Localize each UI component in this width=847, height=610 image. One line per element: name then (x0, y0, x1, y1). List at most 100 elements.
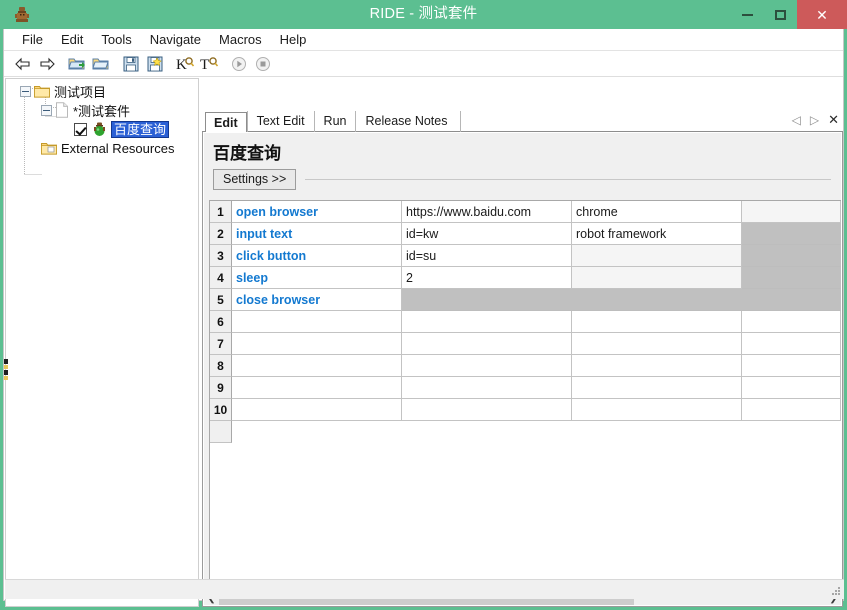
sidebar-splitter-grip[interactable] (4, 359, 8, 381)
run-icon[interactable] (228, 53, 250, 75)
maximize-button[interactable] (764, 0, 797, 29)
cell-keyword[interactable]: open browser (232, 201, 402, 223)
tree-node-project[interactable]: 测试项目 (20, 82, 106, 100)
menu-help[interactable]: Help (271, 30, 316, 50)
stop-icon[interactable] (252, 53, 274, 75)
table-row[interactable]: 7 (210, 333, 841, 355)
table-row[interactable]: 1 open browser https://www.baidu.com chr… (210, 201, 841, 223)
back-arrow-icon[interactable] (12, 53, 34, 75)
cell-arg2[interactable] (572, 267, 742, 289)
cell-arg1[interactable]: 2 (402, 267, 572, 289)
tab-navigation: ◁ ▷ ✕ (792, 112, 839, 128)
expander-minus-icon-2[interactable] (41, 104, 52, 116)
cell-arg3[interactable] (742, 377, 841, 399)
cell-arg1[interactable]: https://www.baidu.com (402, 201, 572, 223)
minimize-button[interactable] (731, 0, 764, 29)
cell-arg3 (742, 267, 841, 289)
cell-arg1[interactable] (402, 377, 572, 399)
cell-keyword[interactable]: click button (232, 245, 402, 267)
tab-close-icon[interactable]: ✕ (828, 112, 839, 128)
project-tree-panel[interactable]: 测试项目 *测试套件 百度查询 External Resources (5, 78, 199, 607)
window-client-area: File Edit Tools Navigate Macros Help K T… (3, 29, 844, 607)
cell-keyword[interactable] (232, 377, 402, 399)
menu-tools[interactable]: Tools (92, 30, 140, 50)
table-row[interactable]: 8 (210, 355, 841, 377)
tab-next-icon[interactable]: ▷ (810, 113, 819, 127)
table-row[interactable]: 10 (210, 399, 841, 421)
tree-node-suite[interactable]: *测试套件 (41, 101, 130, 119)
open-directory-icon[interactable] (66, 53, 88, 75)
cell-arg3[interactable] (742, 355, 841, 377)
cell-keyword[interactable] (232, 311, 402, 333)
table-row[interactable]: 9 (210, 377, 841, 399)
cell-arg3[interactable] (742, 201, 841, 223)
row-number: 9 (210, 377, 232, 399)
cell-arg1[interactable] (402, 311, 572, 333)
cell-arg2[interactable] (572, 311, 742, 333)
cell-keyword[interactable] (232, 355, 402, 377)
cell-arg1[interactable]: id=su (402, 245, 572, 267)
row-number: 1 (210, 201, 232, 223)
forward-arrow-icon[interactable] (36, 53, 58, 75)
cell-arg1[interactable] (402, 399, 572, 421)
cell-arg3[interactable] (742, 333, 841, 355)
menu-navigate[interactable]: Navigate (141, 30, 210, 50)
cell-arg1 (402, 289, 572, 311)
menu-file[interactable]: File (13, 30, 52, 50)
cell-arg2[interactable] (572, 245, 742, 267)
table-row[interactable]: 2 input text id=kw robot framework (210, 223, 841, 245)
table-row[interactable]: 5 close browser (210, 289, 841, 311)
menu-macros[interactable]: Macros (210, 30, 271, 50)
open-folder-icon[interactable] (90, 53, 112, 75)
cell-arg2[interactable]: chrome (572, 201, 742, 223)
test-steps-grid[interactable]: 1 open browser https://www.baidu.com chr… (209, 200, 841, 590)
row-number-filler (210, 421, 232, 443)
cell-keyword[interactable] (232, 333, 402, 355)
tab-run[interactable]: Run (313, 111, 356, 132)
table-row[interactable]: 4 sleep 2 (210, 267, 841, 289)
cell-arg2[interactable] (572, 399, 742, 421)
cell-keyword[interactable]: input text (232, 223, 402, 245)
cell-arg3 (742, 245, 841, 267)
tree-node-external-resources[interactable]: External Resources (41, 139, 174, 157)
row-number: 6 (210, 311, 232, 333)
search-keyword-icon[interactable]: K (174, 53, 196, 75)
tree-connector-lines (24, 88, 61, 175)
cell-arg3[interactable] (742, 399, 841, 421)
cell-arg2[interactable] (572, 377, 742, 399)
cell-keyword[interactable] (232, 399, 402, 421)
table-row[interactable]: 6 (210, 311, 841, 333)
cell-arg1[interactable] (402, 333, 572, 355)
expander-minus-icon[interactable] (20, 85, 31, 97)
close-icon: ✕ (816, 6, 828, 23)
save-icon[interactable] (120, 53, 142, 75)
close-button[interactable]: ✕ (797, 0, 847, 29)
svg-text:T: T (200, 57, 209, 73)
cell-arg2[interactable]: robot framework (572, 223, 742, 245)
cell-arg2[interactable] (572, 333, 742, 355)
tab-release-notes[interactable]: Release Notes (355, 111, 456, 132)
tree-node-external-resources-label: External Resources (61, 140, 175, 156)
cell-arg2[interactable] (572, 355, 742, 377)
cell-arg1[interactable]: id=kw (402, 223, 572, 245)
cell-arg3[interactable] (742, 311, 841, 333)
tab-text-edit[interactable]: Text Edit (246, 111, 314, 132)
maximize-icon (775, 9, 786, 20)
cell-arg1[interactable] (402, 355, 572, 377)
test-case-editor: 百度查询 Settings >> 1 open browser https://… (204, 133, 841, 591)
cell-keyword[interactable]: sleep (232, 267, 402, 289)
search-tests-icon[interactable]: T (198, 53, 220, 75)
settings-button[interactable]: Settings >> (213, 169, 297, 190)
table-row[interactable]: 3 click button id=su (210, 245, 841, 267)
resize-grip-icon[interactable] (831, 587, 841, 597)
cell-keyword[interactable]: close browser (232, 289, 402, 311)
menu-edit[interactable]: Edit (52, 30, 92, 50)
window-controls: ✕ (731, 0, 847, 29)
testcase-checkbox[interactable] (74, 122, 87, 136)
tab-edit[interactable]: Edit (205, 112, 247, 133)
tab-prev-icon[interactable]: ◁ (792, 113, 801, 127)
tab-strip-end-divider (460, 111, 462, 132)
tree-node-testcase[interactable]: 百度查询 (74, 120, 170, 138)
tree-node-project-label: 测试项目 (54, 84, 107, 100)
save-all-icon[interactable] (144, 53, 166, 75)
